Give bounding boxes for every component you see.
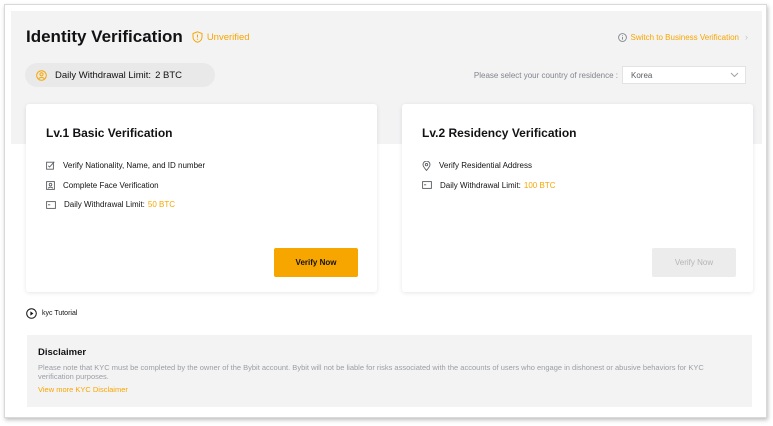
- disclaimer-box: Disclaimer Please note that KYC must be …: [27, 335, 752, 407]
- level2-items: Verify Residential Address Daily Withdra…: [422, 156, 555, 195]
- item-text: Daily Withdrawal Limit:: [64, 200, 145, 210]
- chevron-down-icon: [730, 72, 739, 78]
- verification-status-badge: Unverified: [192, 31, 250, 43]
- country-selector: Please select your country of residence …: [474, 66, 746, 84]
- kyc-tutorial-label: kyc Tutorial: [42, 310, 78, 317]
- level2-verify-button[interactable]: Verify Now: [652, 248, 736, 277]
- item-text: Verify Nationality, Name, and ID number: [63, 161, 206, 171]
- item-text: Complete Face Verification: [63, 180, 159, 190]
- level1-items: Verify Nationality, Name, and ID number …: [46, 156, 205, 215]
- shield-icon: [192, 31, 203, 43]
- item-highlight: 100 BTC: [523, 180, 556, 190]
- level1-verify-button[interactable]: Verify Now: [274, 248, 358, 277]
- location-pin-icon: [422, 160, 431, 171]
- country-selected-value: Korea: [631, 70, 653, 80]
- info-icon: [617, 32, 627, 42]
- daily-limit-label: Daily Withdrawal Limit:: [55, 69, 152, 81]
- kyc-disclaimer-link[interactable]: View more KYC Disclaimer: [38, 385, 752, 394]
- status-label: Unverified: [206, 31, 250, 43]
- level1-title: Lv.1 Basic Verification: [46, 126, 173, 140]
- disclaimer-title: Disclaimer: [38, 347, 87, 358]
- chevron-right-icon: ›: [745, 32, 748, 42]
- kyc-tutorial-link[interactable]: kyc Tutorial: [26, 308, 77, 319]
- item-text: Verify Residential Address: [439, 161, 532, 171]
- id-check-icon: [46, 161, 55, 170]
- daily-limit-pill: Daily Withdrawal Limit: 2 BTC: [25, 63, 215, 87]
- list-item: Daily Withdrawal Limit: 50 BTC: [46, 195, 205, 215]
- switch-business-label: Switch to Business Verification: [630, 32, 740, 42]
- level2-card: Lv.2 Residency Verification Verify Resid…: [402, 104, 753, 292]
- daily-limit-value: 2 BTC: [155, 69, 183, 81]
- page-title: Identity Verification: [26, 27, 183, 46]
- face-id-icon: [46, 180, 55, 190]
- item-text: Daily Withdrawal Limit:: [440, 180, 521, 190]
- list-item: Verify Residential Address: [422, 156, 555, 176]
- play-circle-icon: [26, 308, 37, 319]
- item-highlight: 50 BTC: [147, 200, 176, 210]
- user-circle-icon: [36, 69, 47, 81]
- list-item: Daily Withdrawal Limit: 100 BTC: [422, 176, 555, 196]
- list-item: Complete Face Verification: [46, 176, 205, 196]
- disclaimer-text: Please note that KYC must be completed b…: [38, 363, 704, 381]
- level1-card: Lv.1 Basic Verification Verify Nationali…: [26, 104, 377, 292]
- level2-title: Lv.2 Residency Verification: [422, 126, 577, 140]
- country-label: Please select your country of residence …: [473, 70, 618, 80]
- wallet-icon: [422, 181, 432, 190]
- switch-business-link[interactable]: Switch to Business Verification ›: [617, 32, 748, 42]
- page-header: Identity Verification Unverified: [26, 25, 250, 49]
- wallet-icon: [46, 200, 56, 209]
- list-item: Verify Nationality, Name, and ID number: [46, 156, 205, 176]
- app-window: Identity Verification Unverified Switch …: [4, 4, 767, 418]
- country-dropdown[interactable]: Korea: [622, 66, 746, 84]
